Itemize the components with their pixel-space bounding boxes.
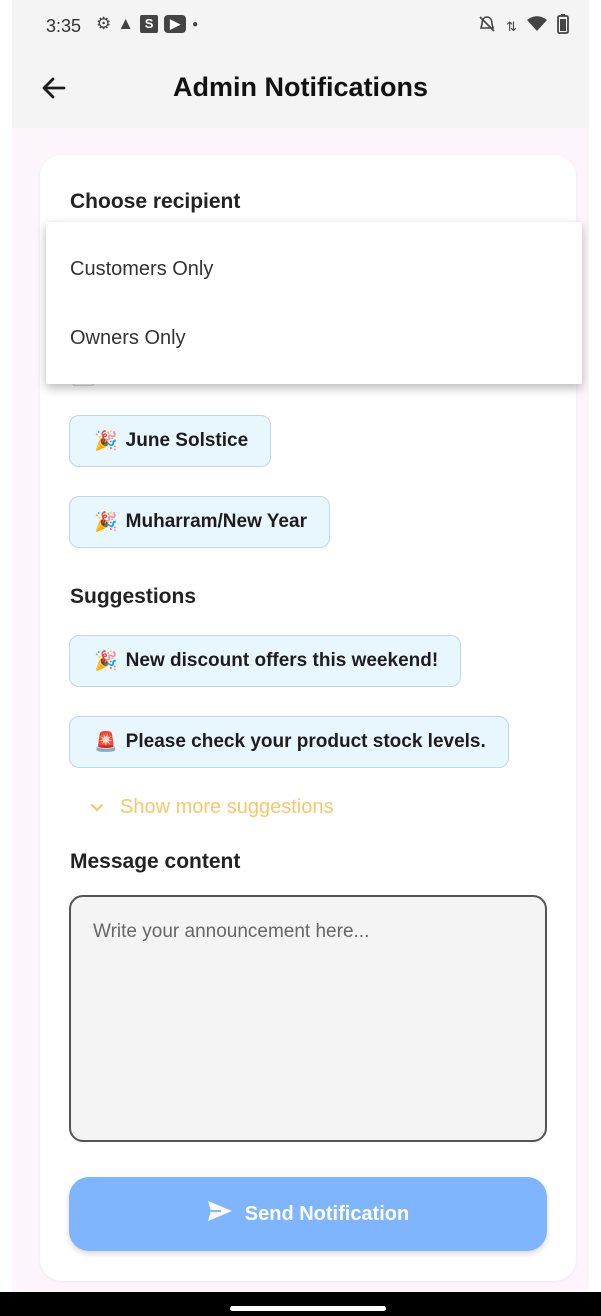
dot-icon: ● [192, 18, 199, 30]
send-label: Send Notification [244, 1202, 410, 1225]
warning-icon: ▲ [117, 14, 135, 33]
gear-icon: ⚙ [96, 14, 112, 33]
holiday-chip[interactable]: 🎉 June Solstice [69, 415, 272, 467]
home-gesture-handle[interactable] [230, 1306, 386, 1311]
show-more-suggestions-button[interactable]: Show more suggestions [90, 796, 333, 819]
recipient-dropdown-menu: Customers Only Owners Only [46, 222, 582, 384]
youtube-icon: ▶ [164, 15, 187, 33]
data-arrows-icon: ⇅ [506, 18, 517, 34]
party-popper-icon: 🎉 [94, 651, 118, 672]
chip-label: Please check your product stock levels. [125, 731, 486, 752]
menu-item-owners-only[interactable]: Owners Only [70, 327, 186, 350]
chip-label: Muharram/New Year [125, 511, 307, 532]
chevron-down-icon [90, 800, 104, 816]
status-bar: 3:35 ⚙ ▲ S ▶ ● ⇅ [12, 0, 589, 50]
system-navigation-bar [0, 1292, 601, 1316]
chip-label: New discount offers this weekend! [125, 650, 439, 671]
message-label: Message content [70, 850, 241, 873]
party-popper-icon: 🎉 [94, 512, 118, 533]
wifi-icon [527, 16, 547, 37]
app-screen: 3:35 ⚙ ▲ S ▶ ● ⇅ Admin Notifications Cho… [12, 0, 589, 1292]
recipient-label: Choose recipient [70, 190, 241, 213]
party-popper-icon: 🎉 [94, 431, 118, 452]
message-content-input[interactable] [69, 895, 547, 1142]
battery-icon [557, 14, 569, 39]
status-system-icons: ⇅ [478, 14, 569, 39]
status-time: 3:35 [46, 16, 82, 36]
status-notification-icons: ⚙ ▲ S ▶ ● [96, 14, 198, 34]
send-icon [207, 1200, 233, 1228]
suggestion-chip[interactable]: 🚨 Please check your product stock levels… [69, 716, 509, 768]
page-title: Admin Notifications [173, 72, 428, 102]
bell-off-icon [478, 15, 496, 38]
menu-item-customers-only[interactable]: Customers Only [70, 258, 213, 281]
holiday-chip[interactable]: 🎉 Muharram/New Year [69, 496, 330, 548]
app-bar: Admin Notifications [12, 50, 589, 128]
chip-label: June Solstice [125, 430, 249, 451]
s-app-icon: S [140, 15, 159, 33]
suggestions-label: Suggestions [70, 585, 197, 608]
siren-icon: 🚨 [94, 732, 118, 753]
send-notification-button[interactable]: Send Notification [69, 1177, 547, 1251]
suggestion-chip[interactable]: 🎉 New discount offers this weekend! [69, 635, 462, 687]
show-more-label: Show more suggestions [120, 796, 334, 818]
